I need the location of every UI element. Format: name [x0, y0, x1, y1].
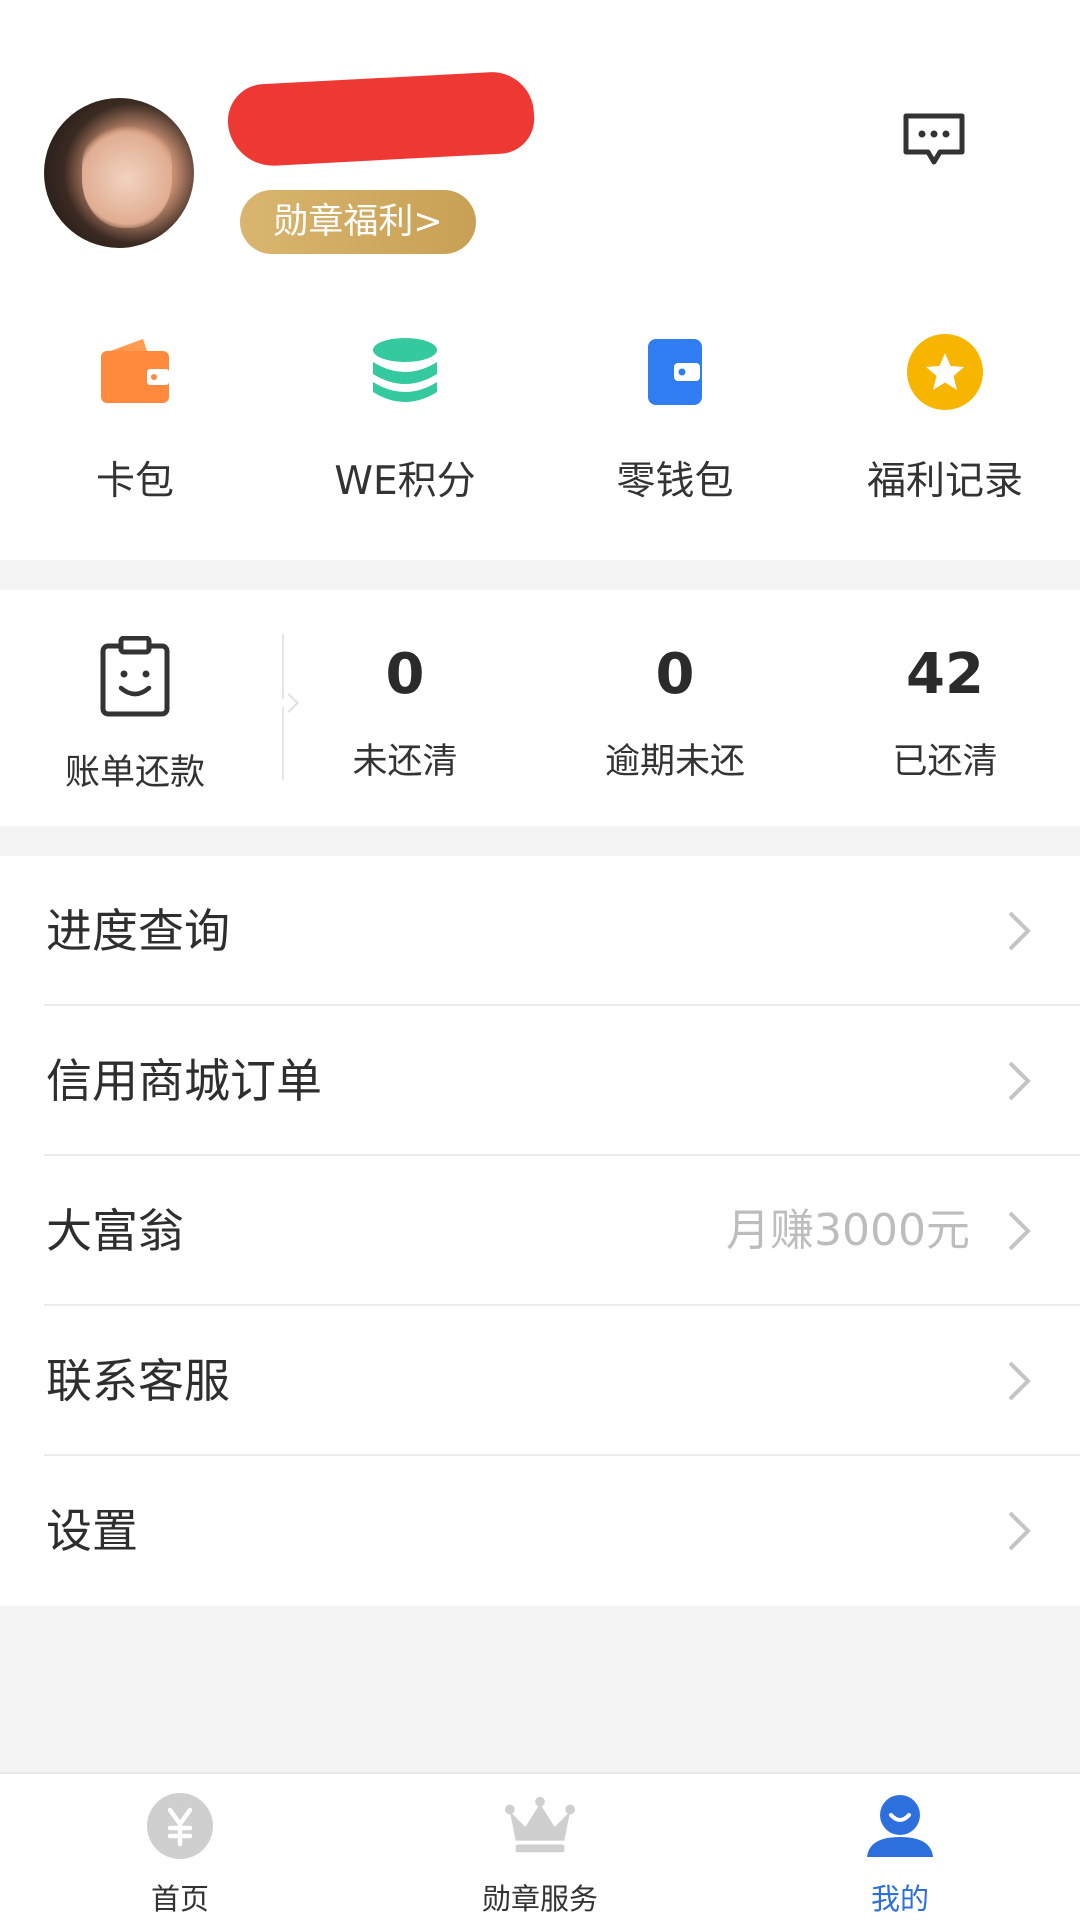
badge-benefits-button[interactable]: 勋章福利> [240, 190, 476, 254]
profile-header: L 勋章福利> 卡包 [0, 0, 1080, 560]
wallet-icon [93, 330, 177, 414]
bottom-tab-bar: 首页 勋章服务 我的 [0, 1772, 1080, 1920]
bill-repayment-entry[interactable]: 账单还款 [40, 635, 230, 795]
quick-label: 福利记录 [866, 459, 1023, 504]
chevron-right-icon [1008, 1211, 1031, 1251]
avatar[interactable] [44, 98, 194, 248]
yuan-icon [144, 1790, 216, 1862]
quick-label: 零钱包 [616, 459, 734, 504]
stat-unpaid[interactable]: 0 未还清 [270, 642, 540, 784]
menu-item-credit-mall-orders[interactable]: 信用商城订单 [0, 1006, 1080, 1156]
crown-icon [504, 1790, 576, 1862]
menu-item-title: 设置 [46, 1504, 138, 1558]
quick-item-we-points[interactable]: WE积分 [270, 330, 540, 530]
tab-mine[interactable]: 我的 [720, 1774, 1080, 1920]
stat-value: 0 [655, 642, 695, 707]
bill-repayment-label: 账单还款 [64, 753, 205, 793]
stat-label: 逾期未还 [604, 742, 745, 782]
coin-stack-icon [363, 330, 447, 414]
menu-item-progress-query[interactable]: 进度查询 [0, 856, 1080, 1006]
redaction-mark [226, 70, 536, 168]
quick-label: WE积分 [334, 459, 476, 504]
chevron-right-icon [1008, 1361, 1031, 1401]
chevron-right-icon [1008, 911, 1031, 951]
user-icon [864, 1790, 936, 1862]
quick-item-card-wallet[interactable]: 卡包 [0, 330, 270, 530]
purse-icon [633, 330, 717, 414]
bill-summary: 账单还款 0 未还清 0 逾期未还 42 已还清 [0, 590, 1080, 826]
quick-item-change-purse[interactable]: 零钱包 [540, 330, 810, 530]
menu-item-hint: 月赚3000元 [726, 1205, 970, 1256]
tab-label: 勋章服务 [481, 1882, 598, 1916]
star-icon [903, 330, 987, 414]
tab-label: 首页 [150, 1882, 209, 1916]
tab-badge-services[interactable]: 勋章服务 [360, 1774, 720, 1920]
menu-item-monopoly[interactable]: 大富翁 月赚3000元 [0, 1156, 1080, 1306]
chevron-right-icon [1008, 1511, 1031, 1551]
menu-item-title: 进度查询 [46, 904, 230, 958]
stat-overdue[interactable]: 0 逾期未还 [540, 642, 810, 784]
stat-value: 0 [385, 642, 425, 707]
menu-item-title: 大富翁 [46, 1204, 184, 1258]
message-icon[interactable] [900, 110, 968, 172]
stat-paid[interactable]: 42 已还清 [810, 642, 1080, 784]
stat-label: 未还清 [352, 742, 458, 782]
quick-item-benefit-records[interactable]: 福利记录 [810, 330, 1080, 530]
chevron-right-icon [1008, 1061, 1031, 1101]
stat-value: 42 [906, 642, 984, 707]
menu-item-settings[interactable]: 设置 [0, 1456, 1080, 1606]
bill-clipboard-icon [100, 635, 170, 717]
stat-label: 已还清 [892, 742, 998, 782]
quick-label: 卡包 [95, 459, 174, 504]
menu-list: 进度查询 信用商城订单 大富翁 月赚3000元 联系客服 设置 [0, 856, 1080, 1606]
menu-item-title: 联系客服 [46, 1354, 230, 1408]
tab-label: 我的 [870, 1882, 929, 1916]
quick-actions: 卡包 WE积分 零钱包 福利记录 [0, 330, 1080, 530]
menu-item-customer-service[interactable]: 联系客服 [0, 1306, 1080, 1456]
tab-home[interactable]: 首页 [0, 1774, 360, 1920]
menu-item-title: 信用商城订单 [46, 1054, 322, 1108]
